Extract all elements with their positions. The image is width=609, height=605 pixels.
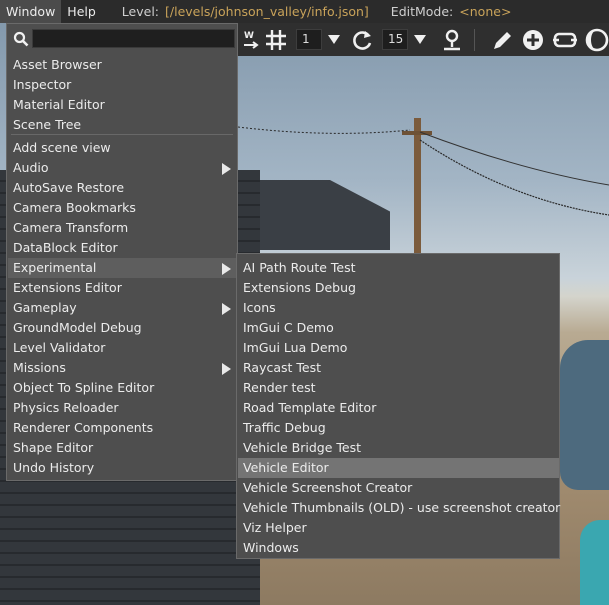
submenu-item-vehicle-screenshot-creator[interactable]: Vehicle Screenshot Creator xyxy=(238,478,559,498)
menu-item-experimental[interactable]: Experimental xyxy=(8,258,237,278)
svg-text:W: W xyxy=(244,31,254,41)
submenu-item-ai-path-route-test[interactable]: AI Path Route Test xyxy=(238,258,559,278)
submenu-item-road-template-editor[interactable]: Road Template Editor xyxy=(238,398,559,418)
level-label: Level: xyxy=(121,4,160,19)
menu-group-tools: Add scene view Audio AutoSave Restore Ca… xyxy=(8,138,237,478)
search-input[interactable] xyxy=(32,29,235,48)
grid-icon[interactable] xyxy=(264,27,288,53)
menu-item-shape-editor[interactable]: Shape Editor xyxy=(8,438,237,458)
submenu-item-raycast-test[interactable]: Raycast Test xyxy=(238,358,559,378)
toolbar-divider xyxy=(474,29,475,51)
rotate-icon[interactable] xyxy=(350,27,374,53)
menu-item-missions[interactable]: Missions xyxy=(8,358,237,378)
search-icon xyxy=(10,28,32,49)
menu-item-object-to-spline-editor[interactable]: Object To Spline Editor xyxy=(8,378,237,398)
level-path: [/levels/johnson_valley/info.json] xyxy=(165,4,369,19)
menu-item-add-scene-view[interactable]: Add scene view xyxy=(8,138,237,158)
submenu-arrow-icon xyxy=(222,163,231,175)
menu-item-gameplay[interactable]: Gameplay xyxy=(8,298,237,318)
menu-item-level-validator[interactable]: Level Validator xyxy=(8,338,237,358)
submenu-item-vehicle-bridge-test[interactable]: Vehicle Bridge Test xyxy=(238,438,559,458)
menu-item-material-editor[interactable]: Material Editor xyxy=(8,95,237,115)
menu-group-windows: Asset Browser Inspector Material Editor … xyxy=(8,55,237,135)
submenu-item-traffic-debug[interactable]: Traffic Debug xyxy=(238,418,559,438)
terrain-snap-icon[interactable] xyxy=(440,27,464,53)
submenu-item-render-test[interactable]: Render test xyxy=(238,378,559,398)
submenu-item-extensions-debug[interactable]: Extensions Debug xyxy=(238,278,559,298)
submenu-arrow-icon xyxy=(222,263,231,275)
submenu-item-imgui-c-demo[interactable]: ImGui C Demo xyxy=(238,318,559,338)
add-circle-icon[interactable] xyxy=(520,27,546,53)
menu-item-scene-tree[interactable]: Scene Tree xyxy=(8,115,237,135)
menu-search xyxy=(10,28,235,49)
submenu-arrow-icon xyxy=(222,303,231,315)
submenu-item-vehicle-editor[interactable]: Vehicle Editor xyxy=(238,458,559,478)
rotate-dropdown-icon[interactable] xyxy=(412,27,428,53)
menu-item-label: Experimental xyxy=(13,260,97,275)
menu-item-camera-bookmarks[interactable]: Camera Bookmarks xyxy=(8,198,237,218)
menu-item-datablock-editor[interactable]: DataBlock Editor xyxy=(8,238,237,258)
submenu-item-vehicle-thumbnails-old[interactable]: Vehicle Thumbnails (OLD) - use screensho… xyxy=(238,498,560,518)
menu-window[interactable]: Window xyxy=(0,0,62,23)
editmode-value: <none> xyxy=(459,4,512,19)
editor-toolbar: W 1 15 xyxy=(238,23,609,56)
menu-item-groundmodel-debug[interactable]: GroundModel Debug xyxy=(8,318,237,338)
menu-item-inspector[interactable]: Inspector xyxy=(8,75,237,95)
snap-value-field[interactable]: 1 xyxy=(296,29,322,50)
submenu-arrow-icon xyxy=(222,363,231,375)
submenu-item-viz-helper[interactable]: Viz Helper xyxy=(238,518,559,538)
menu-item-extensions-editor[interactable]: Extensions Editor xyxy=(8,278,237,298)
menu-item-label: Missions xyxy=(13,360,66,375)
window-menu: Asset Browser Inspector Material Editor … xyxy=(6,23,238,481)
rotate-value-field[interactable]: 15 xyxy=(382,29,408,50)
shape-icon[interactable] xyxy=(552,27,578,53)
world-snap-icon[interactable]: W xyxy=(242,27,262,53)
submenu-item-icons[interactable]: Icons xyxy=(238,298,559,318)
experimental-items: AI Path Route Test Extensions Debug Icon… xyxy=(238,258,560,558)
moon-icon[interactable] xyxy=(584,27,609,53)
vehicle xyxy=(560,340,609,490)
menu-item-label: Audio xyxy=(13,160,49,175)
menu-item-camera-transform[interactable]: Camera Transform xyxy=(8,218,237,238)
menu-item-audio[interactable]: Audio xyxy=(8,158,237,178)
menu-help[interactable]: Help xyxy=(61,0,102,23)
vehicle-2 xyxy=(580,520,609,605)
menu-item-asset-browser[interactable]: Asset Browser xyxy=(8,55,237,75)
menu-item-physics-reloader[interactable]: Physics Reloader xyxy=(8,398,237,418)
menu-item-undo-history[interactable]: Undo History xyxy=(8,458,237,478)
editmode-label: EditMode: xyxy=(390,4,454,19)
dropdown-icon[interactable] xyxy=(326,27,342,53)
menu-item-autosave-restore[interactable]: AutoSave Restore xyxy=(8,178,237,198)
pencil-icon[interactable] xyxy=(490,27,514,53)
menu-item-renderer-components[interactable]: Renderer Components xyxy=(8,418,237,438)
experimental-submenu: AI Path Route Test Extensions Debug Icon… xyxy=(236,253,560,559)
menubar: Window Help Level: [/levels/johnson_vall… xyxy=(0,0,609,23)
submenu-item-imgui-lua-demo[interactable]: ImGui Lua Demo xyxy=(238,338,559,358)
submenu-item-windows[interactable]: Windows xyxy=(238,538,559,558)
menu-item-label: Gameplay xyxy=(13,300,77,315)
menu-separator xyxy=(11,134,233,135)
